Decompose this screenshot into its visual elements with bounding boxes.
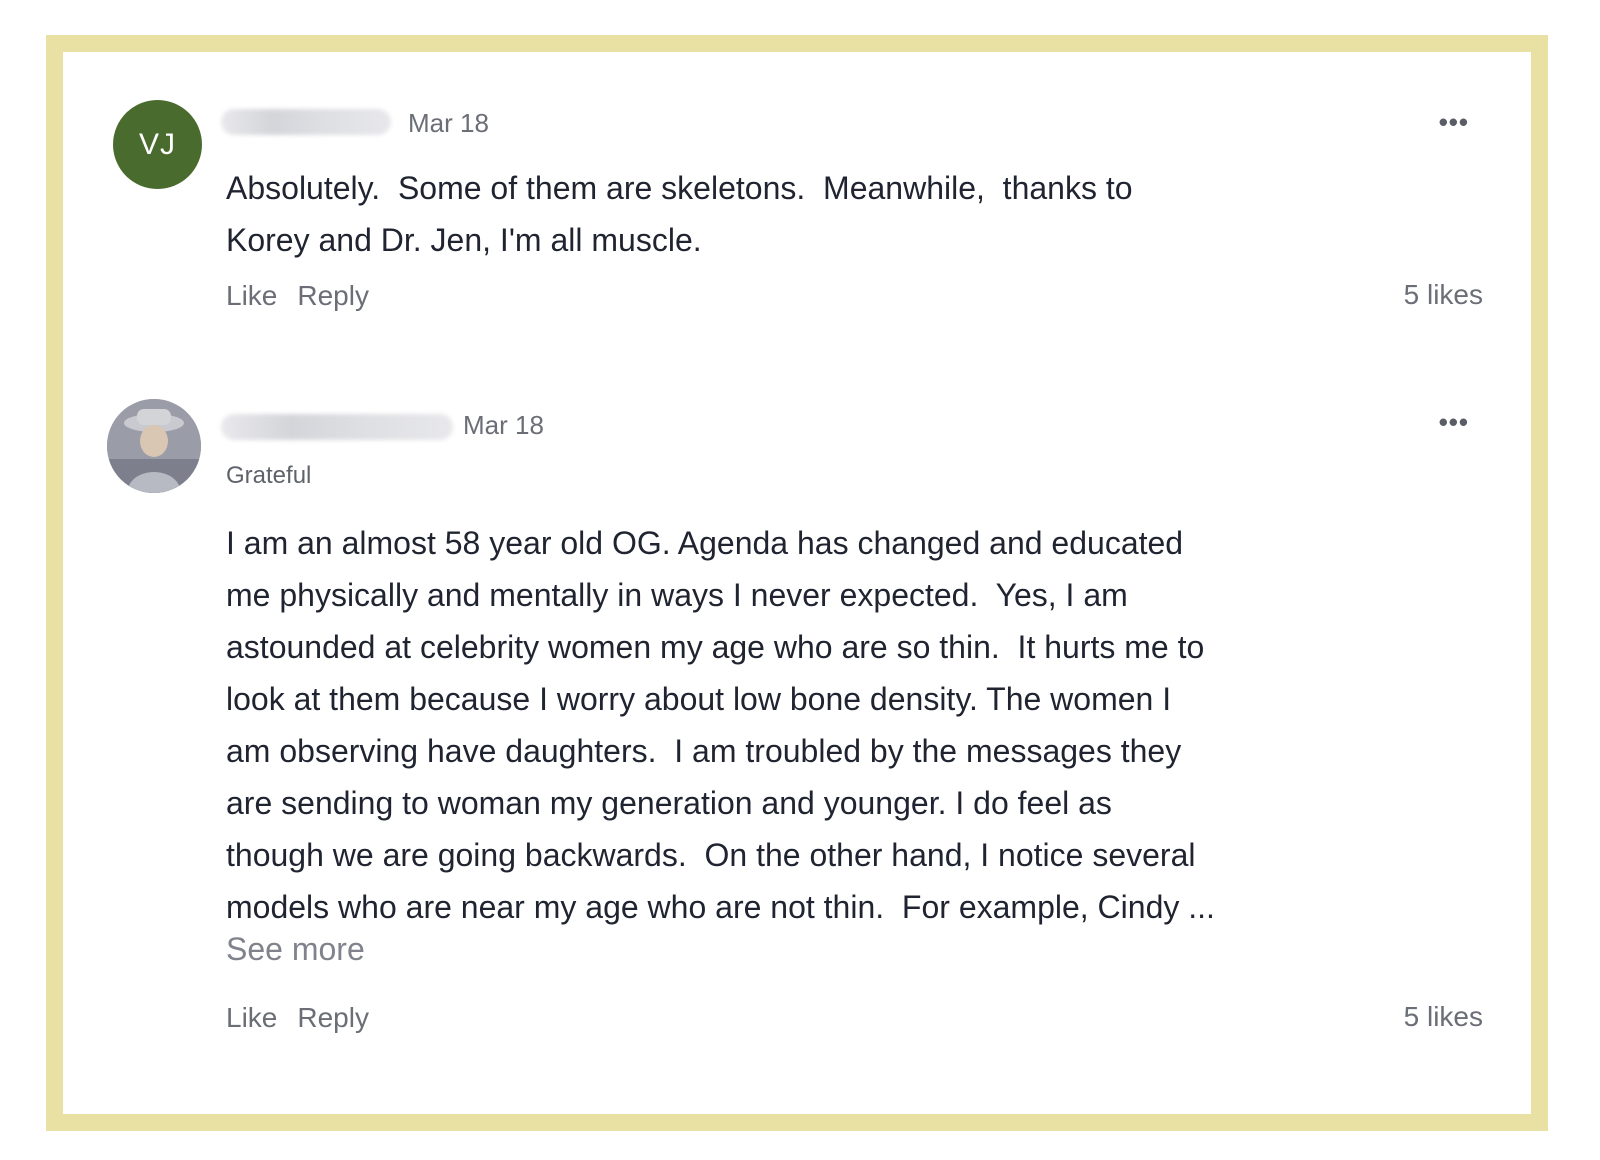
see-more-link[interactable]: See more	[226, 931, 365, 968]
author-name-redacted[interactable]	[221, 109, 391, 135]
more-options-icon[interactable]: •••	[1439, 407, 1469, 438]
comment-date: Mar 18	[463, 410, 544, 440]
reply-button[interactable]: Reply	[297, 280, 369, 312]
comment-body: Absolutely. Some of them are skeletons. …	[226, 170, 1133, 258]
comment-actions: Like Reply	[226, 280, 369, 312]
user-photo-avatar[interactable]	[107, 399, 201, 493]
author-name-redacted[interactable]	[221, 414, 453, 440]
likes-count[interactable]: 5 likes	[1404, 279, 1483, 311]
more-options-icon[interactable]: •••	[1439, 107, 1469, 138]
avatar[interactable]: VJ	[113, 100, 202, 189]
user-tag: Grateful	[226, 462, 312, 489]
user-photo-icon	[107, 399, 201, 493]
comment-body: I am an almost 58 year old OG. Agenda ha…	[226, 525, 1215, 925]
comments-panel: VJ Mar 18 ••• Absolutely. Some of them a…	[46, 35, 1548, 1131]
likes-count[interactable]: 5 likes	[1404, 1001, 1483, 1033]
like-button[interactable]: Like	[226, 1002, 277, 1034]
like-button[interactable]: Like	[226, 280, 277, 312]
comment-actions: Like Reply	[226, 1002, 369, 1034]
reply-button[interactable]: Reply	[297, 1002, 369, 1034]
comment-date: Mar 18	[408, 108, 489, 138]
